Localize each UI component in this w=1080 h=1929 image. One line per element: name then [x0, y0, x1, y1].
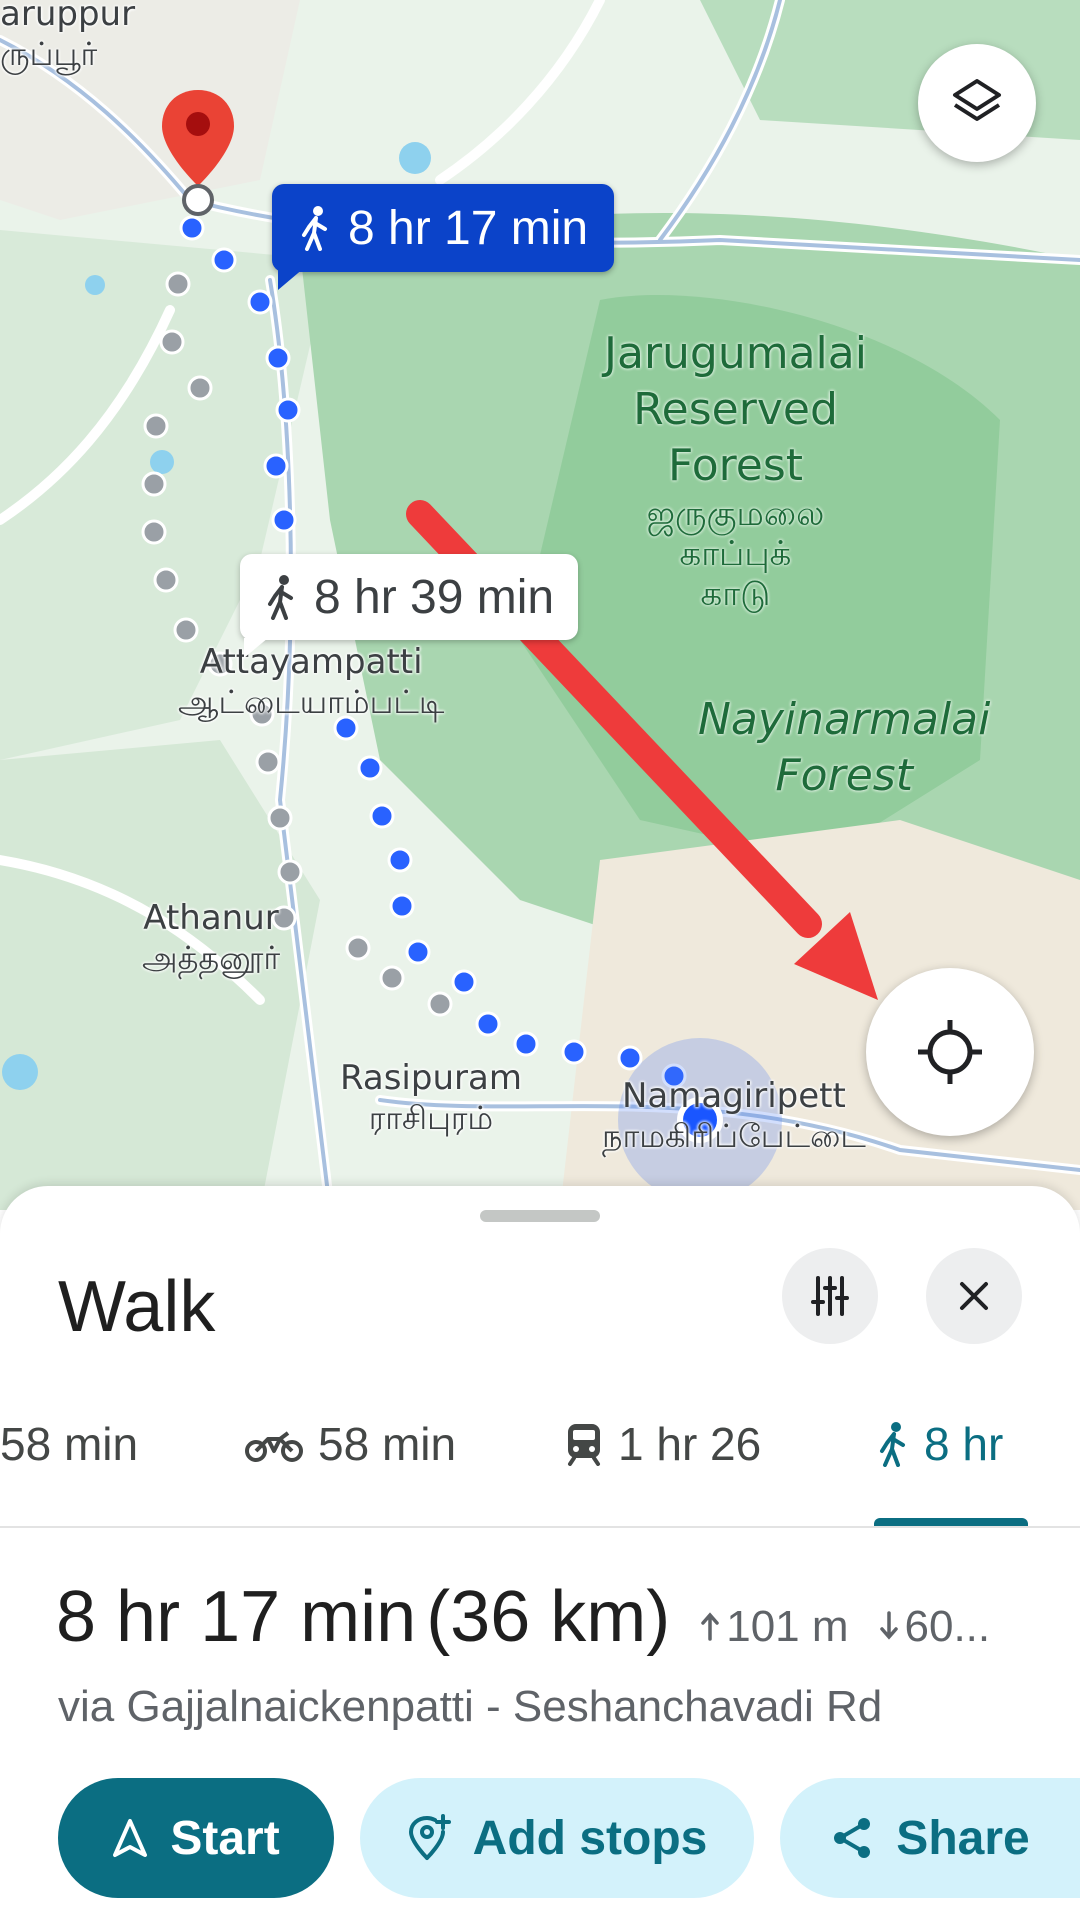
destination-pin-icon[interactable] [158, 86, 238, 216]
layers-icon [953, 79, 1001, 121]
motorcycle-icon [245, 1431, 303, 1462]
tab-transit-label: 1 hr 26 [618, 1418, 762, 1470]
tab-motorcycle-label: 58 min [318, 1418, 457, 1470]
map-label-athanur: Athanur அத்தனூர் [142, 898, 281, 977]
route-duration: 8 hr 17 min [56, 1577, 417, 1657]
map-label-jarugumalai: Jarugumalai Reserved Forest ஜருகுமலை காப… [604, 328, 867, 614]
walk-icon [268, 575, 293, 620]
tabs-divider [0, 1526, 1080, 1528]
tab-car[interactable]: 58 min [0, 1394, 138, 1494]
primary-route-time: 8 hr 17 min [348, 201, 589, 255]
route-options-button[interactable] [782, 1248, 878, 1344]
directions-sheet: Walk 58 min 58 min 1 hr 26 8 hr 8 hr 17 … [0, 1186, 1080, 1929]
arrow-up-icon [701, 1612, 719, 1641]
close-button[interactable] [926, 1248, 1022, 1344]
travel-mode-tabs: 58 min 58 min 1 hr 26 8 hr [0, 1394, 1080, 1514]
elevation-descent: 60... [879, 1602, 990, 1652]
my-location-icon [918, 1020, 982, 1084]
tab-walk[interactable]: 8 hr [876, 1394, 1003, 1494]
map-label-aruppur: aruppur ருப்பூர் [0, 0, 136, 73]
arrow-down-icon [879, 1611, 898, 1640]
walk-icon [302, 206, 327, 251]
elevation-ascent: 101 m [700, 1602, 849, 1652]
share-button-label: Share [896, 1811, 1030, 1865]
map-label-attayampatti: Attayampatti ஆட்டையாம்பட்டி [178, 642, 445, 721]
tune-icon [811, 1276, 849, 1316]
add-stops-button-label: Add stops [472, 1811, 708, 1865]
route-distance: (36 km) [426, 1577, 671, 1657]
tab-walk-label: 8 hr [924, 1418, 1004, 1470]
primary-route-time-bubble[interactable]: 8 hr 17 min [272, 184, 615, 290]
sheet-drag-handle[interactable] [480, 1210, 600, 1222]
navigation-arrow-icon [113, 1819, 148, 1857]
map-view[interactable]: aruppur ருப்பூர் Jarugumalai Reserved Fo… [0, 0, 1080, 1210]
layers-button[interactable] [918, 44, 1036, 162]
transit-icon [568, 1424, 600, 1466]
add-stops-button[interactable]: Add stops [360, 1778, 754, 1898]
route-summary[interactable]: 8 hr 17 min (36 km) 101 m 60... [56, 1576, 990, 1658]
map-label-namagiripet: Namagiripett நாமகிரிப்பேட்டை [602, 1076, 866, 1155]
tab-motorcycle[interactable]: 58 min [244, 1394, 456, 1494]
alt-route-time: 8 hr 39 min [314, 570, 555, 624]
share-button[interactable]: Share [780, 1778, 1080, 1898]
add-location-icon [408, 1814, 451, 1860]
map-label-rasipuram: Rasipuram ராசிபுரம் [340, 1058, 522, 1137]
route-via: via Gajjalnaickenpatti - Seshanchavadi R… [58, 1682, 883, 1731]
alt-route-time-bubble[interactable]: 8 hr 39 min [240, 554, 579, 658]
sheet-title: Walk [58, 1267, 216, 1347]
start-button-label: Start [170, 1811, 280, 1865]
tab-car-label: 58 min [0, 1418, 139, 1470]
my-location-button[interactable] [866, 968, 1034, 1136]
map-label-nayinarmalai: Nayinarmalai Forest [698, 694, 991, 801]
share-icon [834, 1818, 871, 1858]
walk-icon [880, 1422, 905, 1467]
tab-transit[interactable]: 1 hr 26 [564, 1394, 761, 1494]
start-button[interactable]: Start [58, 1778, 334, 1898]
close-icon [960, 1282, 988, 1310]
